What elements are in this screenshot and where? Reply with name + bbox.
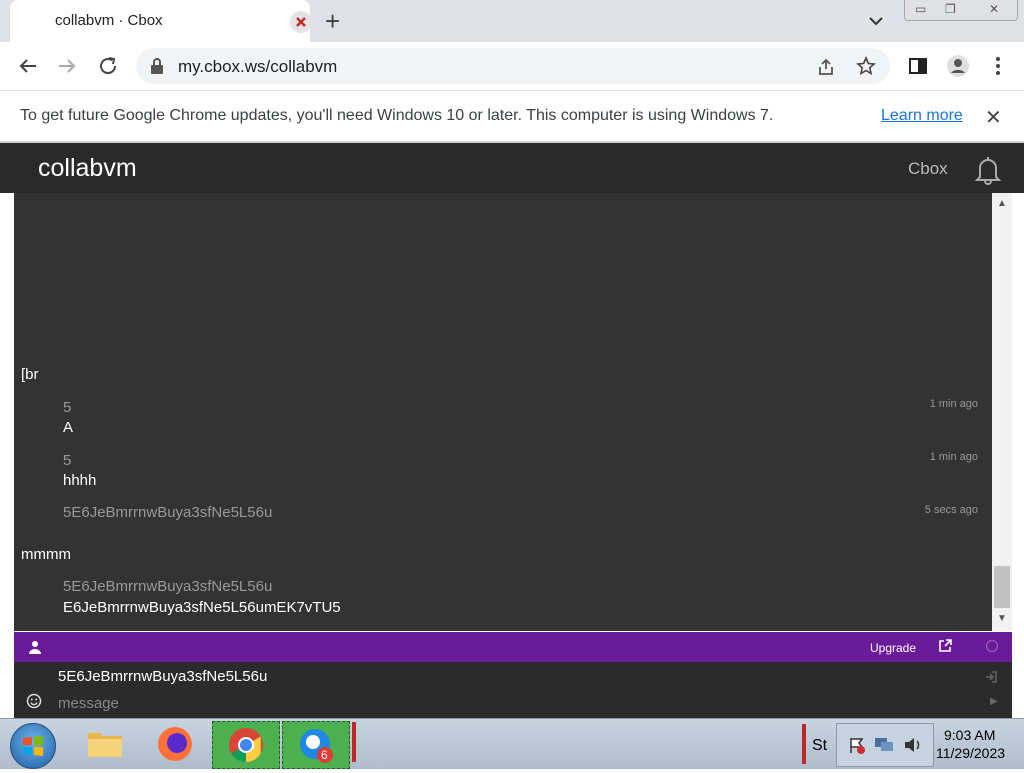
message-time: 1 min ago: [929, 451, 978, 463]
bell-icon[interactable]: [972, 153, 1004, 185]
message-time: 5 secs ago: [924, 504, 978, 516]
clock-date[interactable]: 11/29/2023: [936, 745, 1005, 761]
side-panel-icon[interactable]: [906, 54, 930, 78]
bookmark-star-icon[interactable]: [856, 56, 876, 76]
share-icon[interactable]: [816, 57, 836, 77]
scroll-thumb[interactable]: [994, 566, 1010, 608]
taskbar-separator: [802, 724, 806, 764]
message-text: hhhh: [63, 472, 97, 489]
scroll-up-arrow-icon[interactable]: ▲: [997, 198, 1007, 209]
page-title: collabvm: [38, 154, 137, 182]
windows-taskbar: 6 St 9:03 AM 11/29/2023: [0, 718, 1024, 769]
start-button[interactable]: [10, 723, 56, 769]
browser-tab-strip: collabvm · Cbox + ▭ ❐ ✕: [0, 0, 1024, 42]
login-icon[interactable]: [984, 670, 998, 684]
update-infobar: To get future Google Chrome updates, you…: [0, 91, 1024, 143]
browser-toolbar: my.cbox.ws/collabvm: [0, 42, 1024, 91]
message-author[interactable]: 5E6JeBmrrnwBuya3sfNe5L56u: [63, 504, 272, 521]
chat-input-area: 5E6JeBmrrnwBuya3sfNe5L56u message ▶: [14, 662, 1012, 718]
profile-avatar-icon[interactable]: [946, 54, 970, 78]
page-margin: [0, 193, 14, 718]
message-text: E6JeBmrrnwBuya3sfNe5L56umEK7vTU5: [63, 599, 341, 616]
taskbar-separator: [352, 722, 356, 762]
folder-icon: [88, 733, 122, 757]
message-author[interactable]: 5: [63, 452, 71, 469]
message-author[interactable]: 5: [63, 399, 71, 416]
message-text: [br: [21, 366, 39, 383]
name-field[interactable]: 5E6JeBmrrnwBuya3sfNe5L56u: [58, 668, 267, 685]
tab-title: collabvm · Cbox: [55, 12, 163, 29]
window-close-icon[interactable]: ✕: [989, 2, 999, 16]
menu-kebab-icon[interactable]: [986, 54, 1010, 78]
network-icon[interactable]: [873, 734, 895, 754]
minimize-icon[interactable]: ▭: [915, 2, 926, 16]
chrome-icon: [229, 728, 263, 762]
url-text: my.cbox.ws/collabvm: [178, 57, 338, 76]
taskbar-chrome[interactable]: [212, 721, 280, 769]
cbox-brand-link[interactable]: Cbox: [908, 159, 948, 179]
notification-badge: 6: [321, 748, 328, 762]
restore-icon[interactable]: ❐: [945, 2, 956, 16]
external-link-icon[interactable]: [937, 638, 953, 654]
scroll-down-arrow-icon[interactable]: ▼: [997, 613, 1007, 624]
volume-icon[interactable]: [903, 735, 923, 755]
send-arrow-icon[interactable]: ▶: [990, 696, 998, 707]
firefox-icon: [158, 727, 192, 761]
message-author[interactable]: 5E6JeBmrrnwBuya3sfNe5L56u: [63, 578, 272, 595]
tab-search-icon[interactable]: [868, 14, 884, 28]
clock-time[interactable]: 9:03 AM: [944, 727, 995, 743]
tab-close-button[interactable]: [290, 11, 312, 33]
upgrade-link[interactable]: Upgrade: [870, 641, 916, 655]
status-circle-icon[interactable]: [986, 640, 998, 652]
system-tray: [836, 723, 934, 767]
tab-close-icon: [296, 17, 306, 27]
chat-messages: [br 5 1 min ago A 5 1 min ago hhhh 5E6Je…: [14, 193, 992, 631]
smiley-icon[interactable]: [26, 693, 42, 709]
chat-app-icon: [300, 729, 333, 763]
address-bar[interactable]: my.cbox.ws/collabvm: [136, 48, 890, 84]
message-text: A: [63, 419, 74, 436]
message-input[interactable]: message: [58, 695, 119, 712]
reload-icon[interactable]: [96, 54, 120, 78]
tray-label: St: [812, 737, 828, 754]
chat-scrollbar[interactable]: ▲ ▼: [992, 193, 1012, 631]
message-text: mmmm: [21, 546, 71, 563]
user-bar: Upgrade: [14, 632, 1012, 662]
back-icon[interactable]: [16, 54, 40, 78]
message-time: 1 min ago: [929, 398, 978, 410]
lock-icon[interactable]: [150, 57, 164, 75]
learn-more-link[interactable]: Learn more: [881, 107, 963, 125]
infobar-close-button[interactable]: ✕: [985, 105, 1002, 130]
forward-icon[interactable]: [55, 54, 79, 78]
taskbar-firefox[interactable]: [142, 721, 208, 767]
page-margin: [1012, 193, 1024, 718]
action-center-flag-icon[interactable]: [847, 735, 867, 755]
windows-logo-icon: [23, 736, 43, 756]
infobar-text: To get future Google Chrome updates, you…: [20, 107, 774, 124]
new-tab-button[interactable]: +: [325, 8, 340, 34]
browser-tab[interactable]: collabvm · Cbox: [10, 0, 312, 42]
user-icon[interactable]: [28, 640, 42, 654]
window-controls: ▭ ❐ ✕: [904, 0, 1018, 21]
taskbar-chat-app[interactable]: 6: [282, 721, 350, 769]
taskbar-explorer[interactable]: [72, 721, 138, 767]
cbox-header: collabvm Cbox: [0, 143, 1024, 193]
